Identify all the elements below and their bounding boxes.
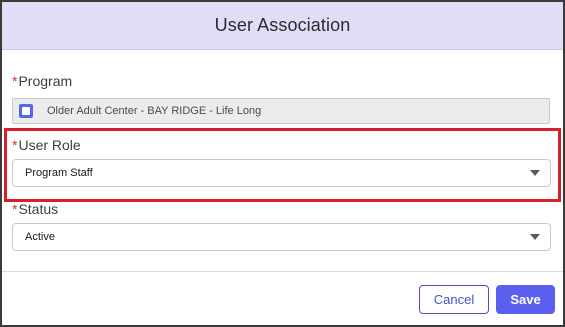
user-role-select[interactable]: Program Staff xyxy=(12,159,551,187)
modal-header: User Association xyxy=(2,2,563,50)
save-button[interactable]: Save xyxy=(496,285,555,314)
footer-divider xyxy=(2,271,563,272)
status-label: *Status xyxy=(12,201,58,217)
cancel-button[interactable]: Cancel xyxy=(419,285,489,314)
program-field: Older Adult Center - BAY RIDGE - Life Lo… xyxy=(12,98,550,124)
user-role-value: Program Staff xyxy=(25,167,93,179)
status-value: Active xyxy=(25,231,55,243)
status-select[interactable]: Active xyxy=(12,223,551,251)
status-label-text: Status xyxy=(18,201,59,217)
program-value: Older Adult Center - BAY RIDGE - Life Lo… xyxy=(47,105,262,117)
status-required-mark: * xyxy=(12,201,18,217)
modal-title: User Association xyxy=(214,15,351,35)
user-role-required-mark: * xyxy=(12,137,18,153)
user-association-modal: User Association *Program Older Adult Ce… xyxy=(0,0,565,327)
program-record-icon xyxy=(19,104,33,118)
user-role-label: *User Role xyxy=(12,137,81,153)
program-label: *Program xyxy=(12,73,72,89)
chevron-down-icon[interactable] xyxy=(530,170,540,176)
chevron-down-icon[interactable] xyxy=(530,234,540,240)
user-role-label-text: User Role xyxy=(18,137,81,153)
program-required-mark: * xyxy=(12,73,18,89)
program-label-text: Program xyxy=(18,73,73,89)
